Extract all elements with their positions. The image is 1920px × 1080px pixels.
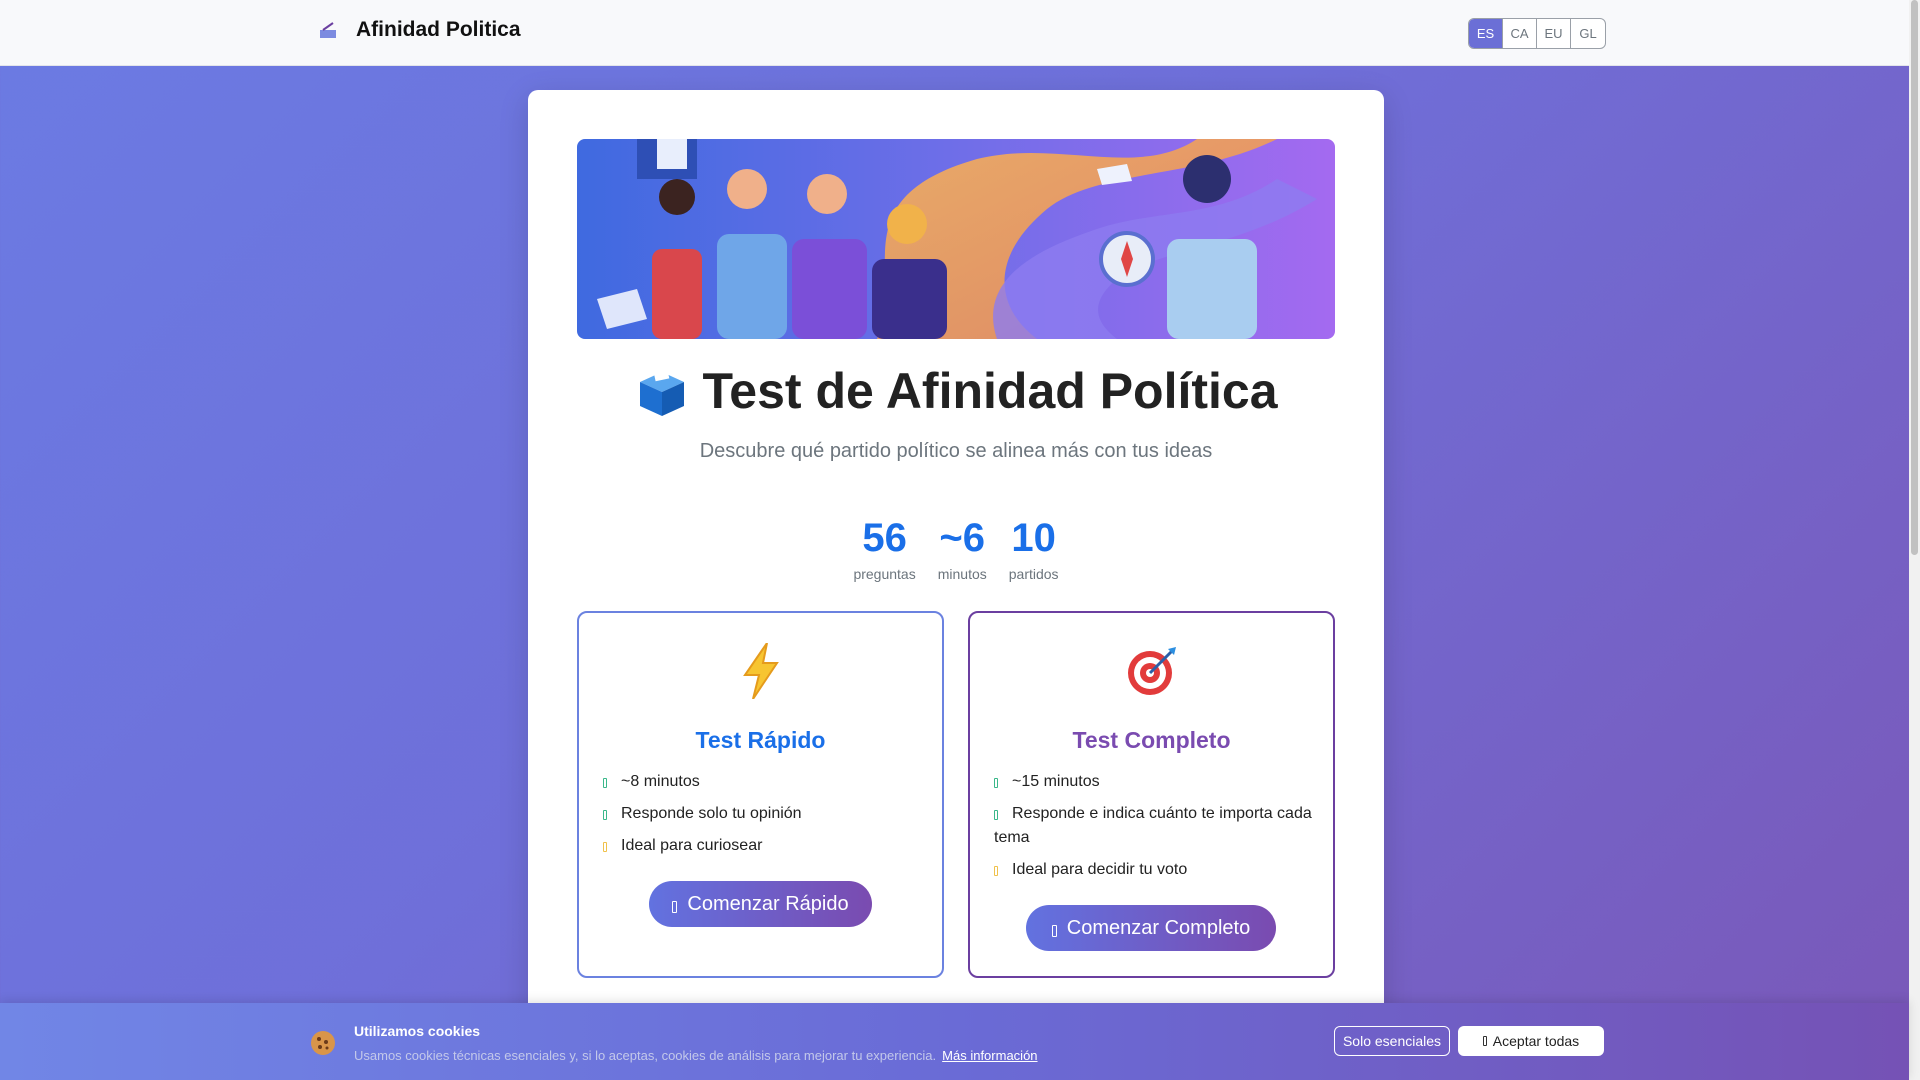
cookie-banner: Utilizamos cookies Usamos cookies técnic…: [0, 1003, 1909, 1080]
quick-test-card[interactable]: Test Rápido ~8 minutos Responde solo tu …: [577, 611, 944, 978]
essential-cookies-button[interactable]: Solo esenciales: [1334, 1026, 1450, 1056]
stat-label: partidos: [1008, 566, 1059, 582]
lightbulb-icon: [994, 866, 998, 876]
brand[interactable]: Afinidad Politica: [318, 18, 521, 42]
page-subtitle: Descubre qué partido político se alinea …: [699, 440, 1213, 462]
play-icon: [1051, 925, 1057, 937]
stat-value: 56: [862, 516, 907, 560]
list-item: ~15 minutos: [994, 770, 1314, 794]
list-item-text: Responde e indica cuánto te importa cada…: [994, 805, 1312, 846]
title-row: Test de Afinidad Política: [528, 362, 1384, 420]
language-switcher: ES CA EU GL: [1468, 18, 1606, 49]
stat-label: preguntas: [853, 566, 916, 582]
lightning-icon: [579, 643, 942, 699]
page-title: Test de Afinidad Política: [702, 363, 1278, 419]
ballot-brand-icon: [320, 22, 336, 38]
play-icon: [672, 901, 678, 913]
stat-value: ~6: [939, 516, 986, 560]
quick-test-title: Test Rápido: [695, 727, 826, 753]
stats-row: 56 preguntas ~6 minutos 10 partidos: [528, 514, 1384, 582]
scrollbar-thumb[interactable]: [1911, 0, 1918, 555]
cookie-text: Usamos cookies técnicas esenciales y, si…: [354, 1048, 937, 1063]
lang-ca-button[interactable]: CA: [1503, 19, 1537, 48]
list-item: Ideal para curiosear: [603, 834, 923, 858]
main-card: Test de Afinidad Política Descubre qué p…: [528, 90, 1384, 1080]
stat-value: 10: [1011, 516, 1056, 560]
start-full-label: Comenzar Completo: [1066, 916, 1251, 939]
list-item-text: Responde solo tu opinión: [621, 805, 802, 822]
hero-illustration: [577, 139, 1335, 339]
cookie-title: Utilizamos cookies: [354, 1023, 481, 1039]
list-item: Responde e indica cuánto te importa cada…: [994, 802, 1314, 850]
list-item-text: ~15 minutos: [1012, 773, 1100, 790]
full-test-card[interactable]: Test Completo ~15 minutos Responde e ind…: [968, 611, 1335, 978]
quick-test-features: ~8 minutos Responde solo tu opinión Idea…: [603, 770, 923, 866]
lang-es-button[interactable]: ES: [1469, 19, 1503, 48]
check-icon: [1482, 1036, 1487, 1046]
stat-parties: 10 partidos: [1009, 514, 1059, 582]
list-item-text: Ideal para decidir tu voto: [1012, 861, 1188, 878]
start-quick-label: Comenzar Rápido: [687, 892, 849, 915]
start-quick-button[interactable]: Comenzar Rápido: [649, 881, 872, 927]
list-item-text: Ideal para curiosear: [621, 837, 763, 854]
cookie-description: Usamos cookies técnicas esenciales y, si…: [354, 1048, 1038, 1063]
clock-icon: [994, 778, 998, 788]
top-navbar: Afinidad Politica ES CA EU GL: [0, 0, 1909, 66]
list-item: ~8 minutos: [603, 770, 923, 794]
accept-all-cookies-button[interactable]: Aceptar todas: [1458, 1026, 1604, 1056]
lightbulb-icon: [603, 842, 607, 852]
accept-all-label: Aceptar todas: [1492, 1033, 1580, 1049]
stat-label: minutos: [937, 566, 987, 582]
full-test-features: ~15 minutos Responde e indica cuánto te …: [994, 770, 1314, 890]
check-icon: [994, 810, 998, 820]
list-item-text: ~8 minutos: [621, 773, 700, 790]
full-test-title: Test Completo: [1072, 727, 1231, 753]
cookie-more-info-link[interactable]: Más información: [942, 1048, 1037, 1063]
target-icon: [970, 643, 1333, 699]
clock-icon: [603, 778, 607, 788]
check-icon: [603, 810, 607, 820]
cookie-icon: [311, 1031, 335, 1055]
list-item: Responde solo tu opinión: [603, 802, 923, 826]
stat-questions: 56 preguntas: [853, 514, 915, 582]
ballot-box-icon: [640, 364, 685, 416]
list-item: Ideal para decidir tu voto: [994, 858, 1314, 882]
hero-image: [577, 139, 1335, 339]
lang-gl-button[interactable]: GL: [1571, 19, 1605, 48]
brand-name: Afinidad Politica: [356, 18, 521, 41]
start-full-button[interactable]: Comenzar Completo: [1026, 905, 1276, 951]
stat-minutes: ~6 minutos: [938, 514, 987, 582]
lang-eu-button[interactable]: EU: [1537, 19, 1571, 48]
